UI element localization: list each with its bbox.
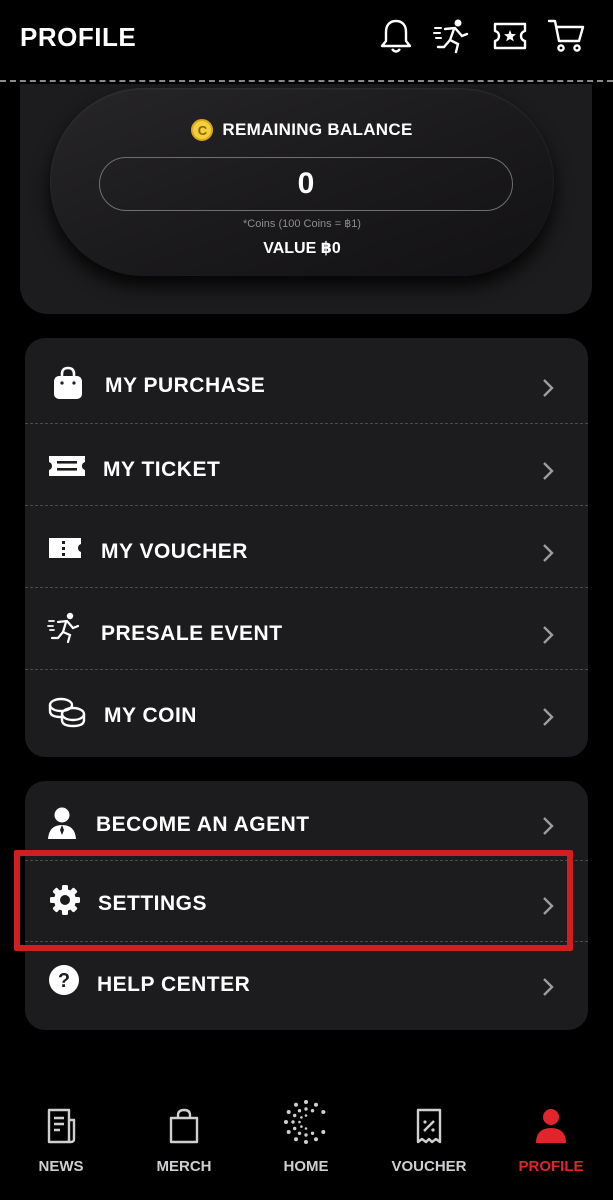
- menu-item-my-purchase[interactable]: MY PURCHASE: [25, 338, 588, 424]
- balance-box: 0: [99, 157, 513, 211]
- home-logo-icon: [282, 1098, 330, 1146]
- chevron-right-icon: [543, 544, 554, 562]
- running-person-icon[interactable]: [432, 16, 472, 56]
- bag-icon: [164, 1106, 204, 1146]
- menu-item-my-ticket[interactable]: MY TICKET: [25, 424, 588, 506]
- cart-icon[interactable]: [546, 16, 586, 56]
- ticket-icon: [47, 448, 87, 484]
- chevron-right-icon: [543, 379, 554, 397]
- tab-voucher[interactable]: VOUCHER: [374, 1090, 484, 1200]
- tab-home[interactable]: HOME: [251, 1090, 361, 1200]
- tab-news[interactable]: NEWS: [6, 1090, 116, 1200]
- menu-label-presale-event: PRESALE EVENT: [101, 622, 283, 645]
- question-icon: ?: [47, 963, 83, 999]
- agent-icon: [47, 805, 83, 841]
- account-menu-card: MY PURCHASE MY TICKET MY VOUCHER PRESALE…: [25, 338, 588, 757]
- menu-label-my-voucher: MY VOUCHER: [101, 540, 248, 563]
- svg-text:?: ?: [58, 970, 70, 992]
- tab-label-home: HOME: [283, 1158, 329, 1175]
- bottom-tab-bar: NEWS MERCH HOME VOUCHER PROFILE: [0, 1090, 613, 1200]
- menu-item-my-voucher[interactable]: MY VOUCHER: [25, 506, 588, 588]
- tab-label-profile: PROFILE: [518, 1158, 584, 1175]
- chevron-right-icon: [543, 817, 554, 835]
- menu-item-become-an-agent[interactable]: BECOME AN AGENT: [25, 781, 588, 861]
- chevron-right-icon: [543, 978, 554, 996]
- menu-item-presale-event[interactable]: PRESALE EVENT: [25, 588, 588, 670]
- chevron-right-icon: [543, 626, 554, 644]
- voucher-icon: [47, 530, 83, 566]
- chevron-right-icon: [543, 708, 554, 726]
- menu-label-my-ticket: MY TICKET: [103, 458, 221, 481]
- balance-value: 0: [297, 167, 315, 200]
- menu-item-my-coin[interactable]: MY COIN: [25, 670, 588, 752]
- tab-label-voucher: VOUCHER: [391, 1158, 467, 1175]
- coin-icon: C: [191, 119, 214, 141]
- menu-label-help-center: HELP CENTER: [97, 973, 251, 996]
- news-icon: [41, 1106, 81, 1146]
- tab-profile[interactable]: PROFILE: [496, 1090, 606, 1200]
- balance-label: REMAINING BALANCE: [222, 120, 413, 139]
- page-title: PROFILE: [20, 22, 137, 52]
- tab-label-news: NEWS: [38, 1158, 84, 1175]
- shopping-bag-icon: [50, 365, 86, 401]
- menu-label-my-purchase: MY PURCHASE: [105, 374, 266, 397]
- ticket-icon[interactable]: [490, 16, 530, 56]
- top-bar: PROFILE: [0, 0, 613, 82]
- menu-item-help-center[interactable]: ? HELP CENTER: [25, 942, 588, 1030]
- settings-highlight-box: [14, 850, 573, 951]
- person-icon: [531, 1106, 571, 1146]
- coins-icon: [47, 694, 87, 730]
- coin-rate-note: *Coins (100 Coins = ฿1): [243, 218, 361, 230]
- menu-label-my-coin: MY COIN: [104, 704, 197, 727]
- tab-label-merch: MERCH: [156, 1158, 212, 1175]
- tab-merch[interactable]: MERCH: [129, 1090, 239, 1200]
- balance-money-value: VALUE ฿0: [263, 240, 341, 257]
- menu-label-become-an-agent: BECOME AN AGENT: [96, 813, 310, 836]
- voucher-receipt-icon: [409, 1106, 449, 1146]
- balance-label-row: C REMAINING BALANCE: [50, 119, 554, 141]
- running-person-icon: [47, 610, 83, 646]
- chevron-right-icon: [543, 462, 554, 480]
- bell-icon[interactable]: [376, 16, 416, 56]
- balance-pill: C REMAINING BALANCE 0 *Coins (100 Coins …: [50, 88, 554, 276]
